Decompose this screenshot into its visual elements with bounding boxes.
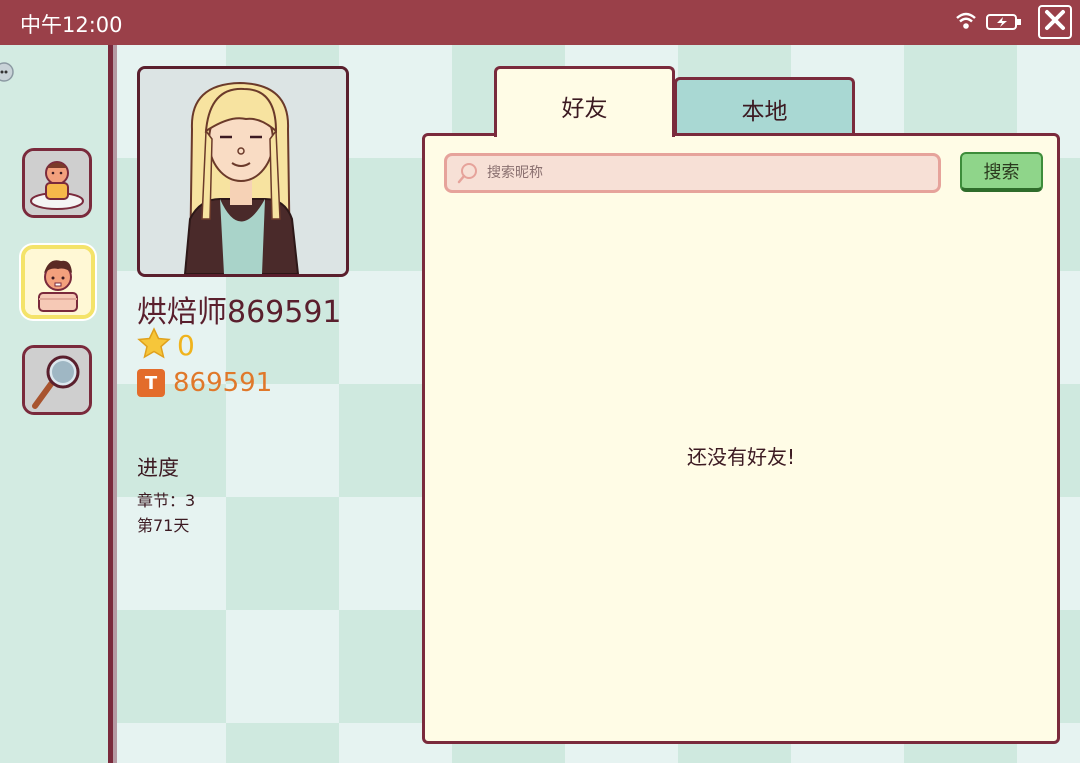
clock-text: 中午12:00	[20, 13, 123, 37]
chef-avatar-icon	[25, 151, 89, 215]
friends-panel: 搜索 还没有好友!	[422, 133, 1060, 744]
player-id: 869591	[173, 368, 273, 398]
star-row: 0	[137, 327, 195, 363]
tab-local[interactable]: 本地	[674, 77, 855, 135]
nav-divider-shadow	[113, 45, 117, 763]
nav-chef-button[interactable]	[22, 148, 92, 218]
search-input[interactable]	[485, 164, 919, 182]
search-button[interactable]: 搜索	[960, 152, 1043, 192]
star-icon	[137, 327, 171, 363]
boy-avatar-icon	[25, 249, 91, 315]
tab-friends[interactable]: 好友	[494, 66, 675, 137]
progress-chapter: 章节：3	[137, 491, 196, 510]
player-id-row: T 869591	[137, 368, 272, 398]
wifi-icon	[955, 11, 977, 35]
nav-search-button[interactable]	[22, 345, 92, 415]
empty-friends-message: 还没有好友!	[686, 445, 796, 469]
magnifier-icon	[25, 348, 89, 412]
nav-profile-button[interactable]	[21, 245, 95, 319]
battery-charging-icon	[986, 12, 1022, 36]
player-id-badge-icon: T	[137, 369, 165, 397]
robot-icon[interactable]	[0, 60, 18, 92]
close-button[interactable]	[1038, 5, 1072, 39]
star-count: 0	[177, 328, 195, 362]
progress-title: 进度	[137, 456, 179, 480]
close-icon	[1044, 9, 1066, 35]
player-avatar	[137, 66, 349, 277]
progress-day: 第71天	[137, 516, 190, 535]
status-bar: 中午12:00	[0, 0, 1080, 45]
player-name: 烘焙师869591	[137, 295, 342, 330]
search-field[interactable]	[444, 153, 941, 193]
search-icon	[457, 161, 479, 185]
